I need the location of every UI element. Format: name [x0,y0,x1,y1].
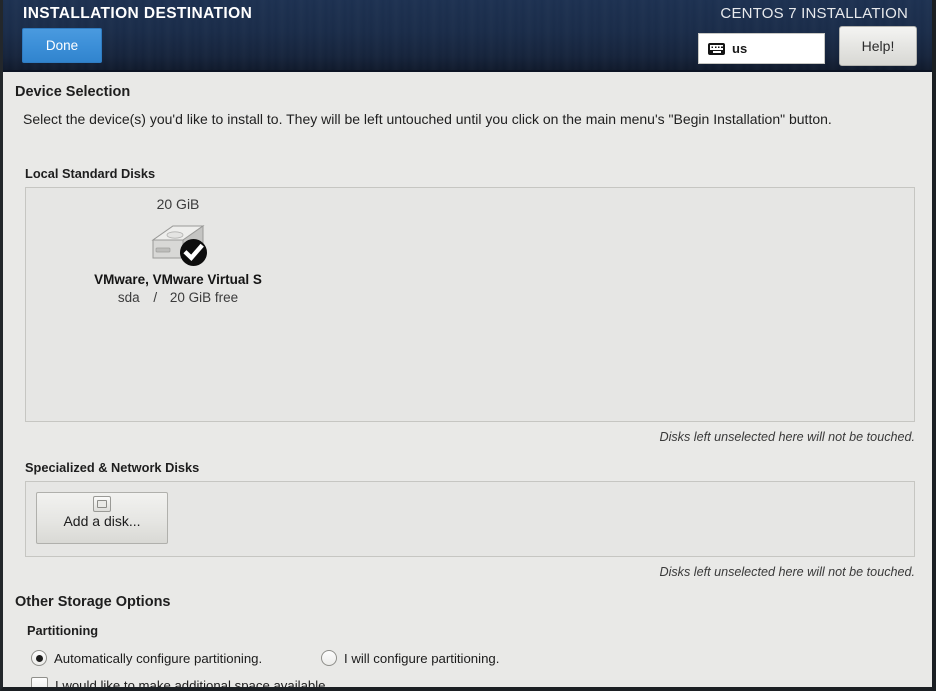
disk-capacity: 20 GiB [156,196,200,212]
radio-manual-partitioning-label: I will configure partitioning. [344,650,500,666]
specialized-disks-pane: Add a disk... [25,481,915,557]
disk-meta-separator: / [153,290,158,305]
radio-manual-partitioning[interactable]: I will configure partitioning. [321,650,499,666]
help-button[interactable]: Help! [839,26,917,66]
help-button-label: Help! [861,38,895,54]
partitioning-label: Partitioning [27,623,99,638]
product-label: CENTOS 7 INSTALLATION [720,5,908,22]
local-disks-pane: 20 GiB VMware, VMware Virtual S sda / 20… [25,187,915,422]
checkbox-reclaim-space-label: I would like to make additional space av… [55,678,330,691]
checkbox-reclaim-space-indicator[interactable] [31,677,48,687]
installation-destination-window: INSTALLATION DESTINATION CENTOS 7 INSTAL… [0,0,936,691]
device-selection-title: Device Selection [15,84,131,100]
local-standard-disks-label: Local Standard Disks [25,166,156,181]
keyboard-icon [708,42,725,55]
disk-device-node: sda [117,290,140,305]
disk-free-space: 20 GiB free [169,290,239,305]
window-header: INSTALLATION DESTINATION CENTOS 7 INSTAL… [3,0,932,72]
radio-auto-partitioning[interactable]: Automatically configure partitioning. [31,650,262,666]
content-area: Device Selection Select the device(s) yo… [3,72,932,691]
done-button-label: Done [45,38,79,53]
device-selection-description: Select the device(s) you'd like to insta… [23,111,832,127]
add-a-disk-button[interactable]: Add a disk... [36,492,168,544]
specialized-disks-label: Specialized & Network Disks [25,460,200,475]
disk-model-name: VMware, VMware Virtual S [94,272,262,287]
disk-add-icon [93,496,111,512]
specialized-disks-hint: Disks left unselected here will not be t… [659,565,915,579]
disk-tile-sda[interactable]: 20 GiB VMware, VMware Virtual S sda / 20… [48,188,308,305]
radio-auto-partitioning-label: Automatically configure partitioning. [54,650,263,666]
disk-meta: sda / 20 GiB free [48,290,308,305]
hard-drive-icon [145,218,211,268]
page-title: INSTALLATION DESTINATION [23,5,253,22]
keyboard-layout-indicator[interactable]: us [698,33,825,64]
add-a-disk-label: Add a disk... [63,513,141,529]
radio-manual-partitioning-indicator[interactable] [321,650,337,666]
checkbox-reclaim-space[interactable]: I would like to make additional space av… [31,677,330,691]
keyboard-layout-label: us [732,41,748,56]
other-storage-options-title: Other Storage Options [15,594,171,610]
done-button[interactable]: Done [22,28,102,63]
local-disks-hint: Disks left unselected here will not be t… [659,430,915,444]
radio-auto-partitioning-indicator[interactable] [31,650,47,666]
check-badge-icon [180,239,207,266]
